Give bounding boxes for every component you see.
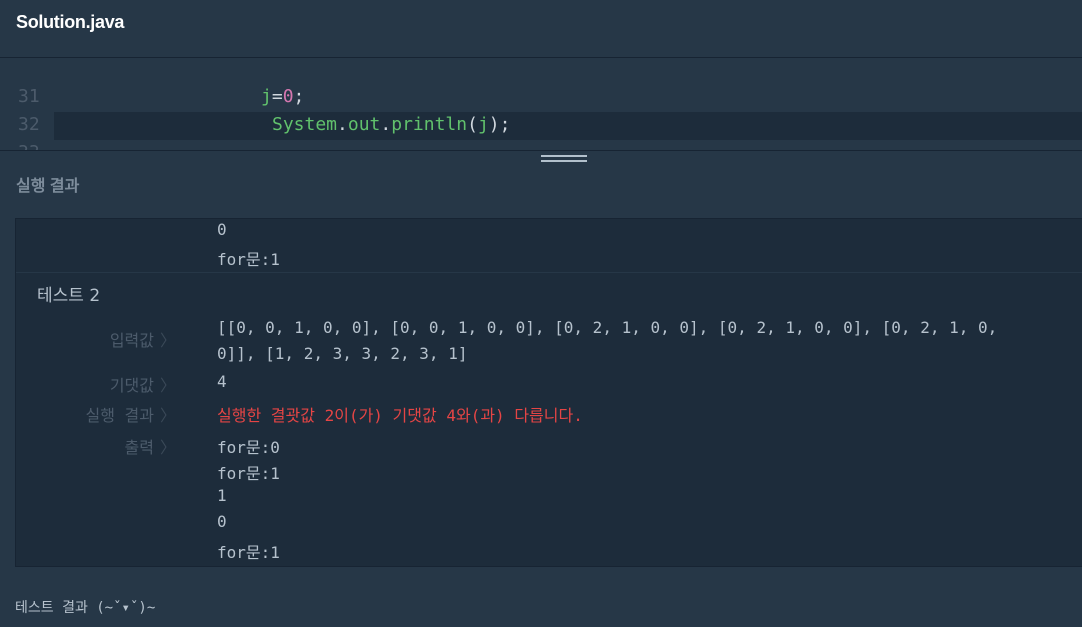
output-line: 1 <box>217 486 227 505</box>
expected-label: 기댓값 〉 <box>16 372 176 396</box>
chevron-right-icon: 〉 <box>159 376 176 395</box>
output-label-text: 출력 <box>124 438 154 457</box>
output-line: 0 <box>217 220 227 239</box>
result-label: 실행 결과 〉 <box>16 402 176 426</box>
expected-value: 4 <box>217 372 227 391</box>
drag-handle-icon[interactable] <box>541 155 587 167</box>
code-token: j <box>477 114 489 135</box>
active-line-highlight <box>54 112 1082 140</box>
output-line: for문:1 <box>217 250 280 269</box>
file-header: Solution.java <box>0 0 1082 58</box>
code-token: . <box>380 114 392 135</box>
expected-label-text: 기댓값 <box>109 376 154 395</box>
test-summary: 테스트 결과 (~ˇ▾ˇ)~ <box>15 600 156 616</box>
code-line[interactable]: 31 j=0; <box>0 84 1082 112</box>
output-line: 0 <box>217 512 227 531</box>
input-label-text: 입력값 <box>109 331 154 350</box>
code-token: println <box>391 114 468 135</box>
code-token: ; <box>293 86 305 107</box>
code-editor[interactable]: 31 j=0; 32 System.out.println(j); 33 <box>0 58 1082 150</box>
results-panel[interactable]: 0 for문:1 테스트 2 입력값 〉 [[0, 0, 1, 0, 0], [0… <box>15 218 1082 567</box>
output-line: for문:0 <box>217 438 280 457</box>
code-token: ( <box>467 114 478 135</box>
code-token: System <box>272 114 338 135</box>
chevron-right-icon: 〉 <box>159 438 176 457</box>
output-line: for문:1 <box>217 464 280 483</box>
line-number: 31 <box>18 86 40 107</box>
divider <box>16 272 1082 273</box>
code-text: System.out.println(j); <box>272 114 510 135</box>
result-label-text: 실행 결과 <box>85 406 154 425</box>
code-token: 0 <box>282 86 294 107</box>
code-token: out <box>347 114 381 135</box>
chevron-right-icon: 〉 <box>159 331 176 350</box>
code-token: ); <box>488 114 511 135</box>
result-value: 실행한 결괏값 2이(가) 기댓값 4와(과) 다릅니다. <box>217 406 583 425</box>
input-label: 입력값 〉 <box>16 327 176 351</box>
code-token: . <box>337 114 348 135</box>
output-line: for문:1 <box>217 543 280 562</box>
code-token: = <box>271 86 283 107</box>
output-label: 출력 〉 <box>16 434 176 458</box>
code-line[interactable]: 33 <box>0 140 1082 150</box>
line-number: 32 <box>18 114 40 135</box>
code-token: j <box>261 86 272 107</box>
input-value: [[0, 0, 1, 0, 0], [0, 0, 1, 0, 0], [0, 2… <box>217 318 998 363</box>
results-title: 실행 결과 <box>16 178 80 195</box>
chevron-right-icon: 〉 <box>159 406 176 425</box>
file-title: Solution.java <box>16 12 125 32</box>
line-number: 33 <box>18 142 40 150</box>
code-line-active[interactable]: 32 System.out.println(j); <box>0 112 1082 140</box>
test-case-name: 테스트 2 <box>37 286 101 306</box>
panel-resizer[interactable] <box>0 150 1082 151</box>
code-text: j=0; <box>261 86 304 107</box>
